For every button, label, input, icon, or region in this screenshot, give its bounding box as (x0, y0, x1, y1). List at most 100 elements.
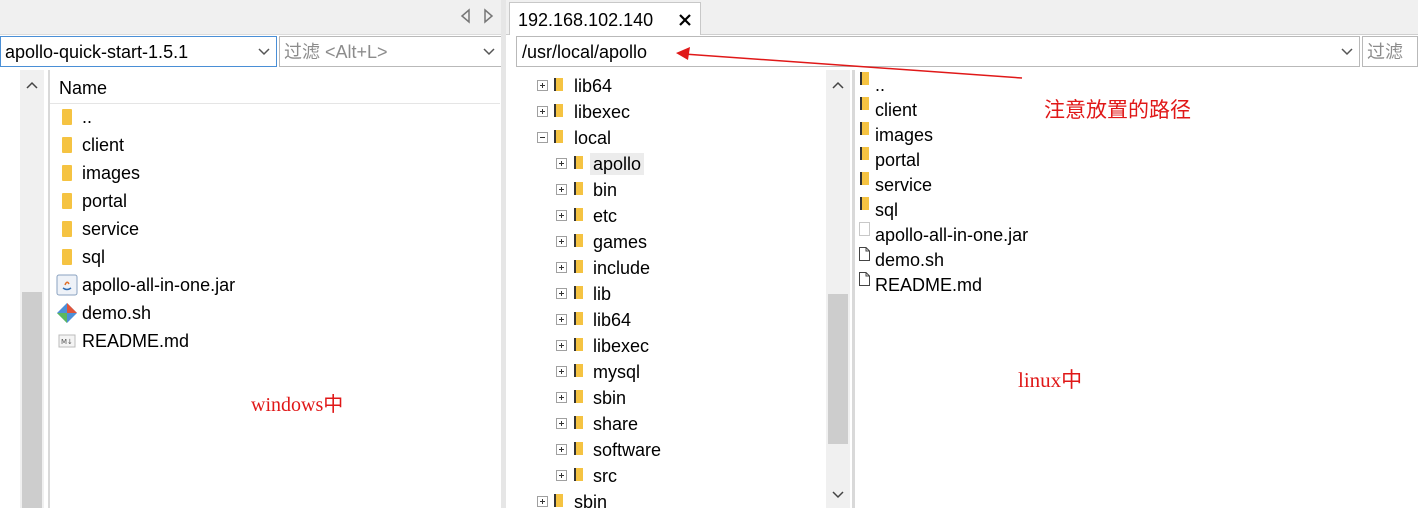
tree-item-lib[interactable]: lib (506, 281, 826, 307)
local-tree-scrollbar[interactable] (20, 70, 44, 508)
folder-icon (574, 312, 583, 325)
tree-expander[interactable] (556, 444, 567, 455)
chevron-down-icon[interactable] (257, 47, 271, 57)
tree-item-local[interactable]: local (506, 125, 826, 151)
folder-icon (860, 97, 869, 110)
local-list-item-images[interactable]: images (50, 159, 500, 187)
remote-tree-scrollbar[interactable] (826, 70, 850, 508)
local-filter-placeholder: 过滤 <Alt+L> (284, 42, 388, 62)
folder-icon (574, 442, 583, 455)
tree-item-include[interactable]: include (506, 255, 826, 281)
local-list-item-client[interactable]: client (50, 131, 500, 159)
tree-item-label: include (593, 258, 651, 278)
local-path-value: apollo-quick-start-1.5.1 (5, 42, 189, 62)
tree-expander[interactable] (537, 80, 548, 91)
back-arrow-icon[interactable] (458, 8, 474, 24)
svg-text:M↓: M↓ (61, 338, 73, 346)
chevron-down-icon[interactable] (482, 47, 496, 57)
list-item-label: README.md (82, 331, 190, 351)
tree-item-share[interactable]: share (506, 411, 826, 437)
tree-item-label: games (593, 232, 648, 252)
tree-item-sbin-child[interactable]: sbin (506, 385, 826, 411)
remote-tree-scroll-thumb[interactable] (828, 294, 848, 444)
tree-expander[interactable] (556, 288, 567, 299)
tree-expander[interactable] (556, 392, 567, 403)
folder-icon (860, 172, 869, 185)
remote-file-list: .. client images portal service sql apol… (856, 70, 1418, 508)
tree-item-label: libexec (574, 102, 631, 122)
tree-item-software[interactable]: software (506, 437, 826, 463)
remote-list-item-service[interactable]: service (856, 170, 1418, 195)
remote-filter-input[interactable]: 过滤 (1362, 36, 1418, 67)
tree-expander[interactable] (556, 314, 567, 325)
local-filter-input[interactable]: 过滤 <Alt+L> (279, 36, 503, 67)
tree-expander[interactable] (537, 496, 548, 507)
tree-expander[interactable] (556, 470, 567, 481)
forward-arrow-icon[interactable] (480, 8, 496, 24)
remote-session-tab[interactable]: 192.168.102.140 (509, 2, 701, 35)
tree-item-sbin[interactable]: sbin (506, 489, 826, 508)
remote-list-item-images[interactable]: images (856, 120, 1418, 145)
folder-icon (574, 182, 583, 195)
remote-list-item-jar[interactable]: apollo-all-in-one.jar (856, 220, 1418, 245)
tree-item-lib64[interactable]: lib64 (506, 73, 826, 99)
folder-icon (574, 260, 583, 273)
local-list-item-parent[interactable]: .. (50, 103, 500, 131)
list-item-label: apollo-all-in-one.jar (82, 275, 236, 295)
local-path-combobox[interactable]: apollo-quick-start-1.5.1 (0, 36, 277, 67)
list-item-label: demo.sh (875, 250, 945, 270)
local-list-item-portal[interactable]: portal (50, 187, 500, 215)
tree-item-lib64-child[interactable]: lib64 (506, 307, 826, 333)
list-item-label: sql (875, 200, 899, 220)
folder-icon (554, 130, 563, 143)
folder-icon (574, 208, 583, 221)
tree-collapse-toggle[interactable] (537, 132, 548, 143)
tree-item-label: src (593, 466, 617, 486)
tree-expander[interactable] (556, 210, 567, 221)
column-header-name[interactable]: Name (59, 77, 107, 99)
tree-item-libexec[interactable]: libexec (506, 99, 826, 125)
folder-icon (574, 416, 583, 429)
chevron-up-icon[interactable] (25, 80, 39, 90)
chevron-down-icon[interactable] (1340, 47, 1354, 57)
list-item-label: sql (82, 247, 106, 267)
tree-item-etc[interactable]: etc (506, 203, 826, 229)
remote-list-item-sql[interactable]: sql (856, 195, 1418, 220)
local-list-item-jar[interactable]: apollo-all-in-one.jar (50, 271, 500, 299)
chevron-down-icon[interactable] (831, 490, 845, 500)
tree-expander[interactable] (556, 184, 567, 195)
tree-expander[interactable] (556, 262, 567, 273)
local-list-item-readme[interactable]: M↓ README.md (50, 327, 500, 355)
tree-item-mysql[interactable]: mysql (506, 359, 826, 385)
remote-list-item-parent[interactable]: .. (856, 70, 1418, 95)
remote-list-item-client[interactable]: client (856, 95, 1418, 120)
tree-expander[interactable] (556, 158, 567, 169)
local-list-item-demo-sh[interactable]: demo.sh (50, 299, 500, 327)
tree-expander[interactable] (556, 340, 567, 351)
list-item-label: images (875, 125, 934, 145)
remote-pane-splitter[interactable] (852, 70, 855, 508)
tree-item-apollo[interactable]: apollo (506, 151, 826, 177)
local-list-item-service[interactable]: service (50, 215, 500, 243)
tree-item-label: local (574, 128, 612, 148)
local-list-item-sql[interactable]: sql (50, 243, 500, 271)
tree-item-games[interactable]: games (506, 229, 826, 255)
remote-list-item-readme[interactable]: README.md (856, 270, 1418, 295)
remote-path-value: /usr/local/apollo (522, 42, 648, 62)
tree-item-bin[interactable]: bin (506, 177, 826, 203)
remote-list-item-portal[interactable]: portal (856, 145, 1418, 170)
close-icon[interactable] (678, 13, 692, 27)
tree-expander[interactable] (556, 418, 567, 429)
tree-expander[interactable] (556, 236, 567, 247)
tree-expander[interactable] (556, 366, 567, 377)
remote-filter-placeholder: 过滤 (1367, 42, 1403, 62)
tree-expander[interactable] (537, 106, 548, 117)
remote-list-item-demo-sh[interactable]: demo.sh (856, 245, 1418, 270)
file-icon (859, 247, 870, 261)
folder-icon (62, 249, 72, 265)
chevron-up-icon[interactable] (831, 80, 845, 90)
tree-item-src[interactable]: src (506, 463, 826, 489)
list-item-label: service (875, 175, 933, 195)
tree-item-libexec-child[interactable]: libexec (506, 333, 826, 359)
local-tree-scroll-thumb[interactable] (22, 292, 42, 508)
